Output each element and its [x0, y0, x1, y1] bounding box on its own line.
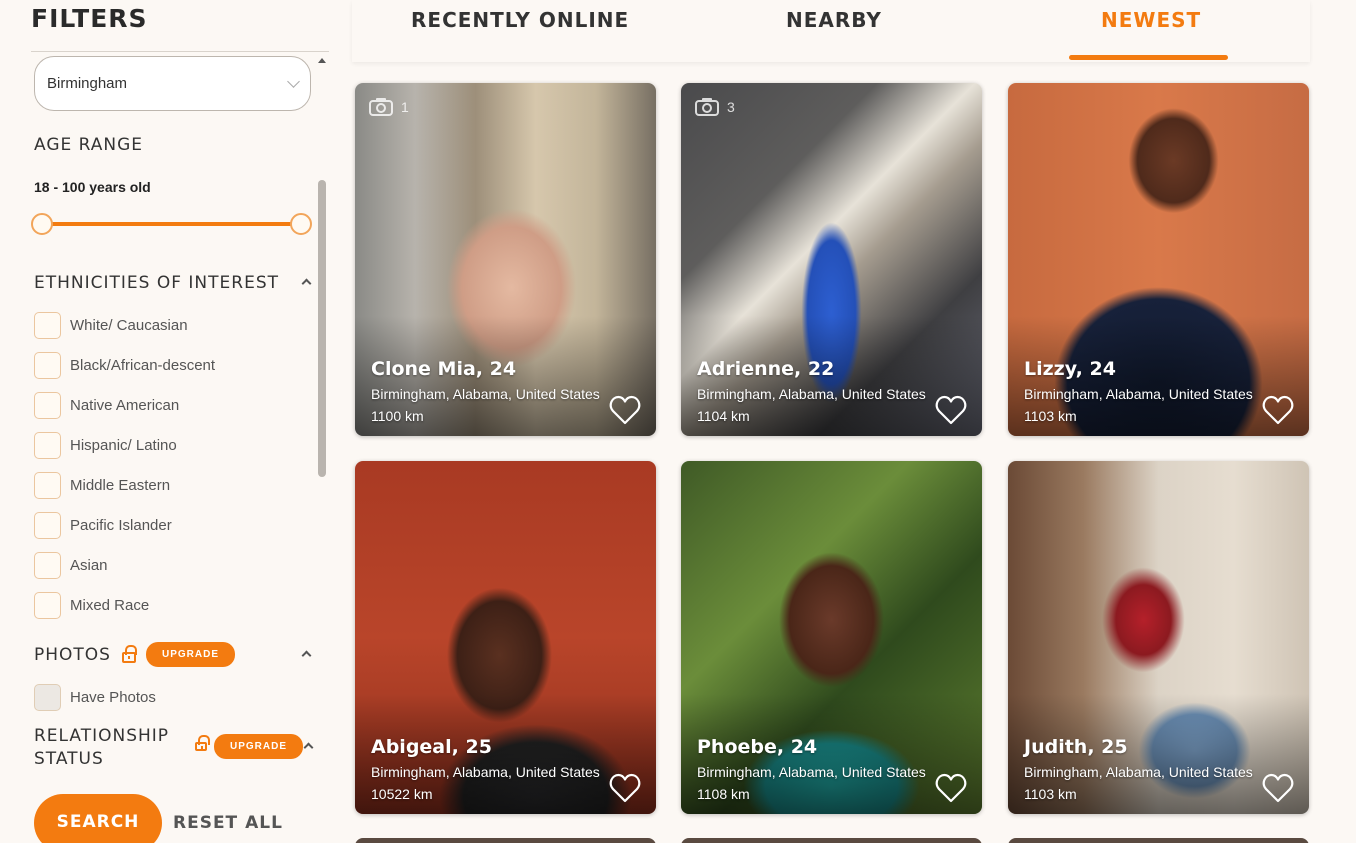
age-range-min-handle[interactable]	[31, 213, 53, 235]
profile-location: Birmingham, Alabama, United States	[697, 386, 926, 402]
profile-distance: 1108 km	[697, 786, 750, 802]
like-heart-icon[interactable]	[1262, 395, 1294, 425]
ethnicity-label: White/ Caucasian	[70, 317, 188, 334]
profile-card[interactable]: Abigeal, 25 Birmingham, Alabama, United …	[355, 461, 656, 814]
lock-icon	[122, 645, 137, 663]
age-range-max-handle[interactable]	[290, 213, 312, 235]
profile-distance: 10522 km	[371, 786, 433, 802]
like-heart-icon[interactable]	[609, 773, 641, 803]
collapse-photos-chevron-up-icon[interactable]	[301, 650, 312, 661]
profile-card-partial[interactable]	[681, 838, 982, 843]
profile-distance: 1104 km	[697, 408, 750, 424]
photos-upgrade-button[interactable]: UPGRADE	[146, 642, 235, 667]
profile-distance: 1100 km	[371, 408, 424, 424]
ethnicity-option-mixed-race[interactable]: Mixed Race	[34, 592, 149, 619]
reset-all-button[interactable]: RESET ALL	[173, 813, 283, 833]
tab-newest[interactable]: NEWEST	[1101, 8, 1201, 32]
ethnicity-label: Hispanic/ Latino	[70, 437, 177, 454]
sidebar-scrollbar[interactable]	[318, 180, 326, 477]
tab-recently-online[interactable]: RECENTLY ONLINE	[411, 8, 629, 32]
ethnicity-checkbox[interactable]	[34, 472, 61, 499]
have-photos-option[interactable]: Have Photos	[34, 684, 156, 711]
age-range-value: 18 - 100 years old	[34, 179, 151, 195]
profile-distance: 1103 km	[1024, 786, 1077, 802]
profile-card[interactable]: Phoebe, 24 Birmingham, Alabama, United S…	[681, 461, 982, 814]
profile-distance: 1103 km	[1024, 408, 1077, 424]
ethnicity-option-native-american[interactable]: Native American	[34, 392, 179, 419]
ethnicity-option-middle-eastern[interactable]: Middle Eastern	[34, 472, 170, 499]
ethnicity-option-hispanic[interactable]: Hispanic/ Latino	[34, 432, 177, 459]
profile-name: Clone Mia, 24	[371, 358, 517, 380]
like-heart-icon[interactable]	[1262, 773, 1294, 803]
photo-count: 3	[695, 97, 735, 116]
ethnicity-option-white[interactable]: White/ Caucasian	[34, 312, 188, 339]
ethnicity-checkbox[interactable]	[34, 512, 61, 539]
ethnicity-checkbox[interactable]	[34, 592, 61, 619]
profile-location: Birmingham, Alabama, United States	[371, 386, 600, 402]
city-select[interactable]: Birmingham	[34, 56, 311, 111]
age-range-heading: AGE RANGE	[34, 135, 144, 155]
profile-card[interactable]: 1 Clone Mia, 24 Birmingham, Alabama, Uni…	[355, 83, 656, 436]
profile-card-partial[interactable]	[1008, 838, 1309, 843]
profile-name: Adrienne, 22	[697, 358, 835, 380]
ethnicity-checkbox[interactable]	[34, 352, 61, 379]
ethnicity-label: Mixed Race	[70, 597, 150, 614]
ethnicities-heading: ETHNICITIES OF INTEREST	[34, 273, 280, 293]
filters-title: FILTERS	[31, 4, 148, 33]
search-button[interactable]: SEARCH	[34, 794, 162, 843]
photo-count-value: 3	[727, 98, 735, 115]
age-range-track[interactable]	[42, 222, 301, 226]
profile-location: Birmingham, Alabama, United States	[697, 764, 926, 780]
profile-location: Birmingham, Alabama, United States	[371, 764, 600, 780]
chevron-down-icon	[287, 75, 300, 88]
city-select-value: Birmingham	[47, 75, 128, 92]
lock-icon	[195, 735, 210, 751]
photo-count: 1	[369, 97, 409, 116]
have-photos-checkbox[interactable]	[34, 684, 61, 711]
profile-location: Birmingham, Alabama, United States	[1024, 764, 1253, 780]
profile-card[interactable]: Judith, 25 Birmingham, Alabama, United S…	[1008, 461, 1309, 814]
scroll-up-arrow-icon[interactable]	[318, 58, 326, 63]
profile-name: Abigeal, 25	[371, 736, 492, 758]
profile-name: Judith, 25	[1024, 736, 1128, 758]
profile-name: Lizzy, 24	[1024, 358, 1116, 380]
active-tab-indicator	[1069, 55, 1228, 60]
ethnicity-option-black[interactable]: Black/African-descent	[34, 352, 215, 379]
like-heart-icon[interactable]	[609, 395, 641, 425]
photos-heading: PHOTOS	[34, 645, 111, 665]
like-heart-icon[interactable]	[935, 773, 967, 803]
ethnicity-checkbox[interactable]	[34, 392, 61, 419]
like-heart-icon[interactable]	[935, 395, 967, 425]
ethnicity-checkbox[interactable]	[34, 312, 61, 339]
relationship-heading-line1: RELATIONSHIP	[34, 726, 170, 746]
profile-card-partial[interactable]	[355, 838, 656, 843]
camera-icon	[695, 98, 719, 116]
ethnicity-label: Pacific Islander	[70, 517, 172, 534]
have-photos-label: Have Photos	[70, 689, 156, 706]
filters-sidebar: FILTERS Birmingham AGE RANGE 18 - 100 ye…	[0, 0, 336, 843]
collapse-ethnicities-chevron-up-icon[interactable]	[301, 278, 312, 289]
tab-nearby[interactable]: NEARBY	[786, 8, 882, 32]
profile-location: Birmingham, Alabama, United States	[1024, 386, 1253, 402]
ethnicity-label: Native American	[70, 397, 180, 414]
ethnicity-label: Black/African-descent	[70, 357, 216, 374]
ethnicity-option-asian[interactable]: Asian	[34, 552, 108, 579]
page: FILTERS Birmingham AGE RANGE 18 - 100 ye…	[0, 0, 1356, 843]
relationship-status-heading: RELATIONSHIP STATUS	[34, 725, 169, 771]
collapse-relationship-chevron-up-icon[interactable]	[303, 742, 314, 753]
ethnicity-option-pacific-islander[interactable]: Pacific Islander	[34, 512, 172, 539]
profile-name: Phoebe, 24	[697, 736, 818, 758]
ethnicity-checkbox[interactable]	[34, 432, 61, 459]
photo-count-value: 1	[401, 98, 409, 115]
camera-icon	[369, 98, 393, 116]
ethnicity-label: Middle Eastern	[70, 477, 171, 494]
divider	[31, 51, 329, 52]
relationship-heading-line2: STATUS	[34, 749, 104, 769]
profile-card[interactable]: 3 Adrienne, 22 Birmingham, Alabama, Unit…	[681, 83, 982, 436]
ethnicity-label: Asian	[70, 557, 108, 574]
ethnicity-checkbox[interactable]	[34, 552, 61, 579]
profile-card[interactable]: Lizzy, 24 Birmingham, Alabama, United St…	[1008, 83, 1309, 436]
relationship-upgrade-button[interactable]: UPGRADE	[214, 734, 303, 759]
